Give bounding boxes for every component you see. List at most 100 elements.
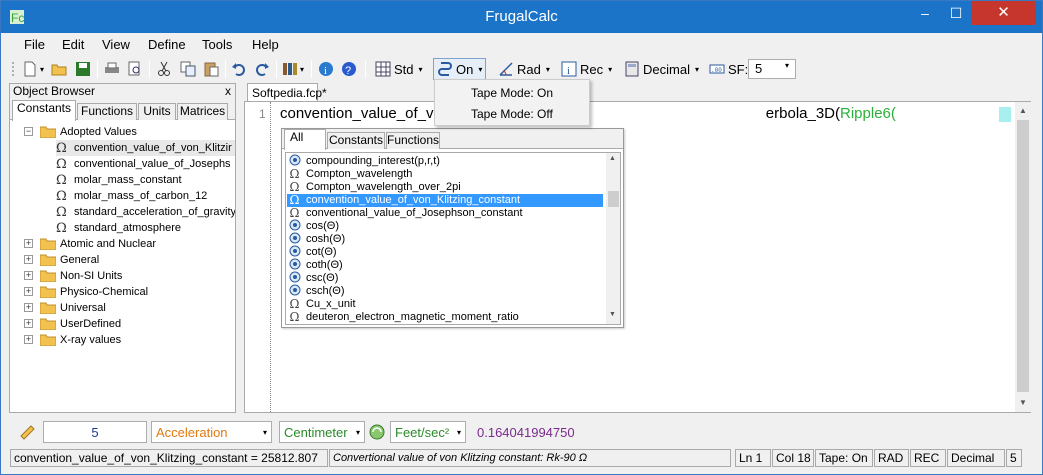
scroll-thumb[interactable] bbox=[1017, 120, 1029, 392]
tree-label: Adopted Values bbox=[60, 126, 137, 138]
collapse-icon[interactable]: − bbox=[24, 127, 33, 136]
minimize-button[interactable]: – bbox=[909, 1, 941, 25]
close-panel-icon[interactable]: x bbox=[225, 84, 231, 98]
tree-item[interactable]: Ωconvention_value_of_von_Klitzir bbox=[56, 140, 235, 156]
tree-folder[interactable]: X-ray values bbox=[40, 332, 121, 348]
tab-matrices[interactable]: Matrices bbox=[177, 103, 228, 120]
menu-tools[interactable]: Tools bbox=[202, 37, 232, 52]
print-preview-icon[interactable] bbox=[127, 59, 143, 79]
paste-icon[interactable] bbox=[203, 59, 219, 79]
autocomplete-item-label: compounding_interest(p,r,t) bbox=[306, 155, 440, 167]
tree-item[interactable]: Ωmolar_mass_of_carbon_12 bbox=[56, 188, 207, 204]
expand-icon[interactable]: + bbox=[24, 255, 33, 264]
coord-mode-button[interactable]: i Rec ▾ bbox=[558, 58, 615, 80]
status-line: Ln 1 bbox=[735, 449, 771, 467]
tree-folder-adopted-values[interactable]: Adopted Values bbox=[40, 124, 137, 140]
tree-folder[interactable]: General bbox=[40, 252, 99, 268]
to-unit-select[interactable]: Feet/sec² ▾ bbox=[390, 421, 466, 443]
from-unit-select[interactable]: Centimeter ▾ bbox=[279, 421, 365, 443]
scroll-thumb[interactable] bbox=[608, 191, 619, 207]
autocomplete-item-label: cot(Θ) bbox=[306, 246, 337, 258]
folder-icon bbox=[40, 126, 56, 138]
expand-icon[interactable]: + bbox=[24, 335, 33, 344]
menu-edit[interactable]: Edit bbox=[62, 37, 84, 52]
autocomplete-item[interactable]: coth(Θ) bbox=[287, 258, 603, 272]
maximize-button[interactable]: ☐ bbox=[941, 1, 971, 25]
angle-icon bbox=[499, 62, 513, 76]
status-sf: 5 bbox=[1006, 449, 1022, 467]
editor-tab[interactable]: Softpedia.fcp* bbox=[247, 83, 327, 101]
open-folder-icon[interactable] bbox=[51, 59, 67, 79]
angle-mode-button[interactable]: Rad ▾ bbox=[495, 58, 553, 80]
copy-icon[interactable] bbox=[180, 59, 196, 79]
angle-mode-label: Rad bbox=[517, 61, 541, 77]
close-button[interactable]: ✕ bbox=[971, 1, 1036, 25]
info-icon[interactable]: i bbox=[318, 59, 334, 79]
autocomplete-item[interactable]: cot(Θ) bbox=[287, 245, 603, 259]
menu-file[interactable]: File bbox=[24, 37, 45, 52]
convert-icon[interactable] bbox=[369, 422, 385, 442]
menu-item-tape-on[interactable]: Tape Mode: On bbox=[471, 86, 553, 100]
autocomplete-item[interactable]: Ωconvention_value_of_von_Klitzing_consta… bbox=[287, 194, 603, 207]
autocomplete-scrollbar[interactable]: ▲ ▼ bbox=[606, 153, 620, 324]
expand-icon[interactable]: + bbox=[24, 319, 33, 328]
help-icon[interactable]: ? bbox=[341, 59, 357, 79]
std-mode-button[interactable]: Std ▾ bbox=[372, 58, 426, 80]
tree-folder[interactable]: Physico-Chemical bbox=[40, 284, 148, 300]
tree-label: General bbox=[60, 254, 100, 266]
autocomplete-item-label: csch(Θ) bbox=[306, 285, 345, 297]
chevron-down-icon: ▾ bbox=[545, 64, 550, 74]
scroll-up-icon[interactable]: ▲ bbox=[1019, 106, 1027, 115]
menu-view[interactable]: View bbox=[102, 37, 130, 52]
quantity-select[interactable]: Acceleration ▾ bbox=[151, 421, 272, 443]
scroll-down-icon[interactable]: ▼ bbox=[609, 311, 616, 318]
tree-folder[interactable]: Non-SI Units bbox=[40, 268, 122, 284]
undo-icon[interactable] bbox=[231, 59, 247, 79]
autocomplete-item[interactable]: Ω Compton_wavelength bbox=[287, 168, 603, 181]
autocomplete-item[interactable]: compounding_interest(p,r,t) bbox=[287, 154, 603, 168]
autocomplete-item[interactable]: Ω Compton_wavelength_over_2pi bbox=[287, 181, 603, 194]
menu-item-tape-off[interactable]: Tape Mode: Off bbox=[471, 107, 553, 121]
tab-functions[interactable]: Functions bbox=[386, 132, 440, 149]
autocomplete-item[interactable]: Ω Cu_x_unit bbox=[287, 298, 603, 311]
sig-figs-select[interactable]: 5 ▾ bbox=[748, 59, 796, 79]
autocomplete-item[interactable]: Ωdeuteron_electron_magnetic_moment_ratio bbox=[287, 311, 603, 324]
redo-icon[interactable] bbox=[254, 59, 270, 79]
tape-mode-button[interactable]: On ▾ bbox=[433, 58, 487, 80]
autocomplete-item[interactable]: csc(Θ) bbox=[287, 271, 603, 285]
menu-define[interactable]: Define bbox=[148, 37, 186, 52]
tab-constants[interactable]: Constants bbox=[327, 132, 385, 149]
tree-folder[interactable]: UserDefined bbox=[40, 316, 121, 332]
tree-item[interactable]: Ωstandard_acceleration_of_gravity bbox=[56, 204, 235, 220]
tab-units[interactable]: Units bbox=[138, 103, 176, 120]
editor-scrollbar[interactable]: ▲ ▼ bbox=[1015, 102, 1031, 412]
constants-tree: − Adopted Values Ωconvention_value_of_vo… bbox=[10, 121, 235, 412]
tree-folder[interactable]: Atomic and Nuclear bbox=[40, 236, 156, 252]
tree-item[interactable]: Ωstandard_atmosphere bbox=[56, 220, 181, 236]
autocomplete-item[interactable]: csch(Θ) bbox=[287, 284, 603, 298]
print-icon[interactable] bbox=[104, 59, 120, 79]
tab-constants[interactable]: Constants bbox=[12, 100, 76, 121]
expand-icon[interactable]: + bbox=[24, 271, 33, 280]
new-file-icon[interactable]: ▾ bbox=[22, 59, 44, 79]
scroll-up-icon[interactable]: ▲ bbox=[609, 155, 616, 162]
tab-functions[interactable]: Functions bbox=[77, 103, 137, 120]
menu-help[interactable]: Help bbox=[252, 37, 279, 52]
number-format-button[interactable]: Decimal ▾ bbox=[621, 58, 702, 80]
tab-all[interactable]: All bbox=[284, 129, 326, 150]
expand-icon[interactable]: + bbox=[24, 287, 33, 296]
value-input[interactable]: 5 bbox=[43, 421, 147, 443]
scroll-down-icon[interactable]: ▼ bbox=[1019, 398, 1027, 407]
save-icon[interactable] bbox=[75, 59, 91, 79]
autocomplete-item[interactable]: cos(Θ) bbox=[287, 219, 603, 233]
expand-icon[interactable]: + bbox=[24, 239, 33, 248]
expand-icon[interactable]: + bbox=[24, 303, 33, 312]
library-icon[interactable]: ▾ bbox=[282, 59, 304, 79]
tree-folder[interactable]: Universal bbox=[40, 300, 106, 316]
autocomplete-item[interactable]: cosh(Θ) bbox=[287, 232, 603, 246]
cut-icon[interactable] bbox=[156, 59, 172, 79]
autocomplete-item[interactable]: Ωconventional_value_of_Josephson_constan… bbox=[287, 207, 603, 220]
autocomplete-item-label: convention_value_of_von_Klitzing_constan… bbox=[306, 194, 521, 206]
tree-item[interactable]: Ωconventional_value_of_Josephs bbox=[56, 156, 231, 172]
tree-item[interactable]: Ωmolar_mass_constant bbox=[56, 172, 182, 188]
